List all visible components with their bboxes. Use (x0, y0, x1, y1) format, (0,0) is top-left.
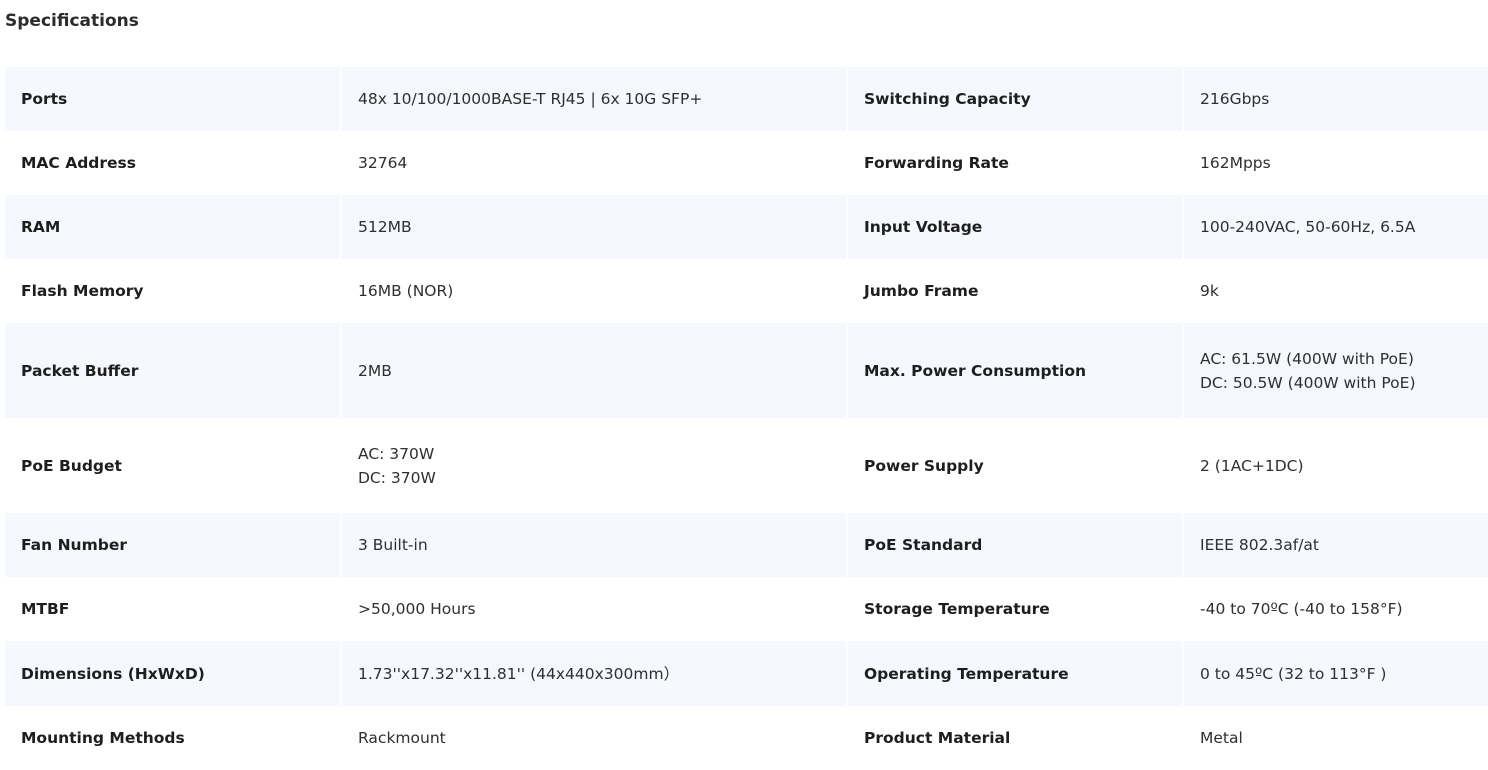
spec-value: 1.73''x17.32''x11.81'' (44x440x300mm） (340, 641, 847, 706)
table-row: MAC Address 32764 Forwarding Rate 162Mpp… (5, 131, 1488, 195)
spec-value-multiline: AC: 370W DC: 370W (340, 418, 847, 513)
spec-label: MAC Address (5, 131, 341, 195)
spec-label: Jumbo Frame (846, 259, 1183, 323)
spec-label: PoE Standard (846, 513, 1183, 577)
spec-label: Power Supply (846, 418, 1183, 513)
spec-value: IEEE 802.3af/at (1182, 513, 1488, 577)
spec-value: 32764 (340, 131, 847, 195)
table-row: Packet Buffer 2MB Max. Power Consumption… (5, 323, 1488, 418)
spec-label: RAM (5, 195, 341, 259)
spec-value-line: DC: 370W (358, 468, 436, 487)
spec-value: Rackmount (340, 706, 847, 770)
table-row: Dimensions (HxWxD) 1.73''x17.32''x11.81'… (5, 641, 1488, 706)
spec-value: 512MB (340, 195, 847, 259)
spec-label: Fan Number (5, 513, 341, 577)
table-row: MTBF >50,000 Hours Storage Temperature -… (5, 577, 1488, 641)
table-row: Mounting Methods Rackmount Product Mater… (5, 706, 1488, 770)
spec-value-line: AC: 370W (358, 444, 435, 463)
spec-label: Storage Temperature (846, 577, 1183, 641)
spec-label: Switching Capacity (846, 67, 1183, 131)
table-row: Ports 48x 10/100/1000BASE-T RJ45 | 6x 10… (5, 67, 1488, 131)
spec-label: Flash Memory (5, 259, 341, 323)
table-row: RAM 512MB Input Voltage 100-240VAC, 50-6… (5, 195, 1488, 259)
spec-value: 48x 10/100/1000BASE-T RJ45 | 6x 10G SFP+ (340, 67, 847, 131)
spec-value: 216Gbps (1182, 67, 1488, 131)
spec-label: MTBF (5, 577, 341, 641)
spec-label: Dimensions (HxWxD) (5, 641, 341, 706)
spec-value: >50,000 Hours (340, 577, 847, 641)
spec-value: 2MB (340, 323, 847, 418)
table-row: PoE Budget AC: 370W DC: 370W Power Suppl… (5, 418, 1488, 513)
spec-label: PoE Budget (5, 418, 341, 513)
spec-label: Input Voltage (846, 195, 1183, 259)
spec-value: -40 to 70ºC (-40 to 158°F) (1182, 577, 1488, 641)
page-title: Specifications (5, 11, 139, 31)
spec-label: Product Material (846, 706, 1183, 770)
spec-value: 2 (1AC+1DC) (1182, 418, 1488, 513)
spec-value: 0 to 45ºC (32 to 113°F ) (1182, 641, 1488, 706)
table-row: Flash Memory 16MB (NOR) Jumbo Frame 9k (5, 259, 1488, 323)
spec-label: Mounting Methods (5, 706, 341, 770)
spec-value: Metal (1182, 706, 1488, 770)
spec-value-multiline: AC: 61.5W (400W with PoE) DC: 50.5W (400… (1182, 323, 1488, 418)
spec-label: Ports (5, 67, 341, 131)
spec-value-line: DC: 50.5W (400W with PoE) (1200, 373, 1416, 392)
spec-value: 9k (1182, 259, 1488, 323)
spec-value-line: AC: 61.5W (400W with PoE) (1200, 349, 1414, 368)
spec-value: 16MB (NOR) (340, 259, 847, 323)
spec-label: Operating Temperature (846, 641, 1183, 706)
spec-label: Max. Power Consumption (846, 323, 1183, 418)
spec-label: Forwarding Rate (846, 131, 1183, 195)
spec-table: Ports 48x 10/100/1000BASE-T RJ45 | 6x 10… (5, 67, 1488, 770)
table-row: Fan Number 3 Built-in PoE Standard IEEE … (5, 513, 1488, 577)
spec-value: 3 Built-in (340, 513, 847, 577)
spec-label: Packet Buffer (5, 323, 341, 418)
spec-value: 100-240VAC, 50-60Hz, 6.5A (1182, 195, 1488, 259)
spec-value: 162Mpps (1182, 131, 1488, 195)
